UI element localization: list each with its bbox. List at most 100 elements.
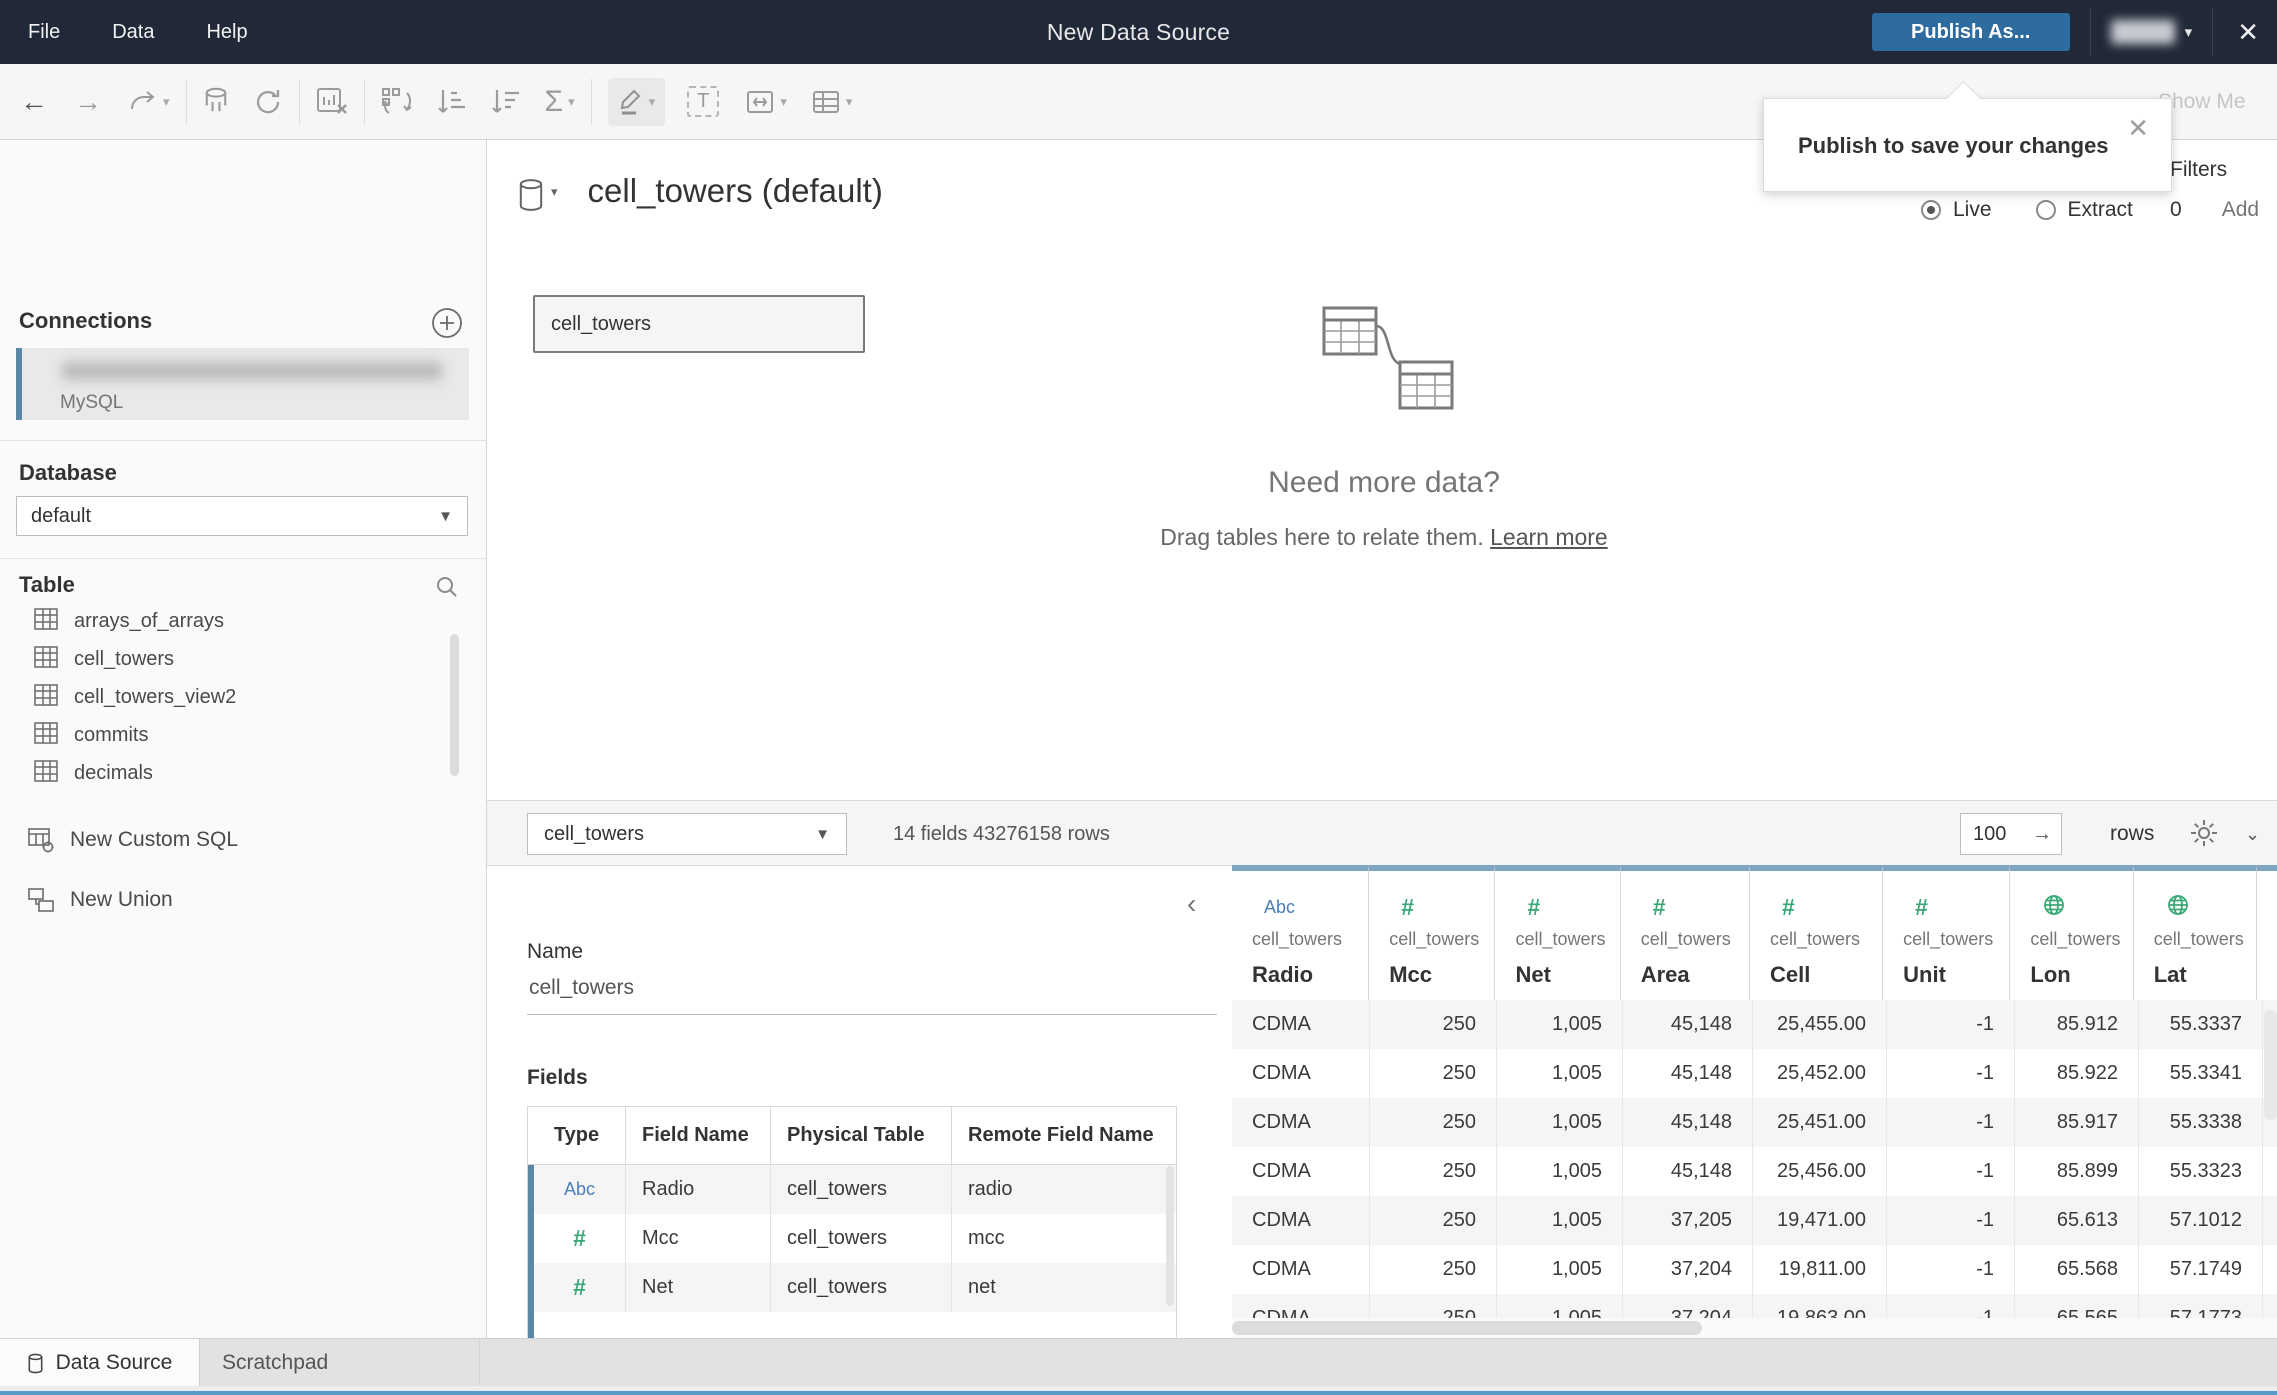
grid-column-header[interactable]: # cell_towers Net — [1495, 865, 1621, 1000]
grid-cell: 250 — [1370, 1000, 1497, 1049]
fields-table-row[interactable]: # Mcc cell_towers mcc — [528, 1214, 1176, 1263]
field-cell: radio — [968, 1178, 1013, 1200]
grid-data-row[interactable]: CDMA 250 1,005 45,148 25,451.00 -1 85.917 55.33… — [1232, 1098, 2277, 1147]
table-list-item[interactable]: commits — [0, 716, 487, 754]
collapse-grid-chevron-icon[interactable]: ⌄ — [2245, 801, 2260, 867]
grid-cell: CDMA — [1232, 1147, 1370, 1196]
user-menu-caret-icon[interactable]: ▾ — [2185, 23, 2193, 41]
table-list-item[interactable]: cell_towers — [0, 640, 487, 678]
grid-cell: 57.1773 — [2139, 1294, 2263, 1318]
add-connection-icon[interactable] — [430, 306, 464, 345]
live-label: Live — [1953, 198, 1992, 221]
user-avatar[interactable] — [2110, 20, 2175, 44]
grid-header-row: Abc cell_towers Radio # cell_towers Mcc # cell_… — [1232, 865, 2277, 1000]
grid-cell: 37,204 — [1623, 1245, 1753, 1294]
grid-column-header[interactable]: # cell_towers Mcc — [1369, 865, 1496, 1000]
column-source-label: cell_towers — [2030, 929, 2121, 949]
grid-cell: 1,005 — [1497, 1245, 1623, 1294]
column-type-icon-wrap: Abc — [1252, 891, 1368, 923]
tooltip-close-icon[interactable]: ✕ — [2127, 113, 2149, 144]
grid-column-header[interactable]: # cell_towers Cell — [1749, 865, 1884, 1000]
fit-view-icon[interactable]: ▾ — [745, 78, 787, 126]
grid-column-header[interactable]: Abc cell_towers Radio — [1232, 865, 1370, 1000]
table-list-item[interactable]: arrays_of_arrays — [0, 602, 487, 640]
grid-cell: 250 — [1370, 1049, 1497, 1098]
text-label-icon[interactable]: T — [687, 78, 720, 126]
empty-state-heading: Need more data? — [1268, 466, 1500, 499]
sort-descending-icon[interactable] — [491, 78, 523, 126]
new-union-button[interactable]: New Union — [0, 878, 487, 922]
fields-table-row[interactable]: # Net cell_towers net — [528, 1263, 1176, 1312]
grid-data-row[interactable]: CDMA 250 1,005 37,205 19,471.00 -1 65.613 57.10… — [1232, 1196, 2277, 1245]
grid-scrollbar-thumb[interactable] — [1232, 1321, 1702, 1335]
grid-cell: 19,811.00 — [1753, 1245, 1887, 1294]
extract-radio[interactable]: Extract — [2035, 198, 2133, 222]
string-type-icon: Abc — [563, 1179, 596, 1199]
field-type-cell: # — [534, 1214, 626, 1263]
sort-ascending-icon[interactable] — [437, 78, 469, 126]
learn-more-link[interactable]: Learn more — [1490, 524, 1608, 550]
collapse-panel-icon[interactable]: ‹ — [1187, 888, 1196, 920]
grid-column-header[interactable]: # cell_towers Area — [1620, 865, 1750, 1000]
table-grid-icon — [34, 683, 58, 711]
connection-item[interactable]: MySQL — [16, 348, 469, 420]
close-window-icon[interactable]: ✕ — [2237, 17, 2259, 48]
field-cell: Radio — [626, 1165, 771, 1214]
totals-icon[interactable]: Σ ▾ — [545, 78, 575, 126]
publish-as-button[interactable]: Publish As... — [1871, 13, 2070, 51]
sidebar-scrollbar[interactable] — [450, 634, 459, 776]
cell-size-icon[interactable]: ▾ — [811, 78, 852, 126]
table-list-item[interactable]: decimals — [0, 754, 487, 792]
grid-table-select[interactable]: cell_towers ▼ — [527, 813, 847, 855]
clear-sheet-icon[interactable] — [316, 78, 348, 126]
column-name-label: Area — [1640, 962, 1690, 987]
logical-table-node[interactable]: cell_towers — [533, 295, 865, 353]
grid-column-header[interactable]: # cell_towers Unit — [1883, 865, 2011, 1000]
new-custom-sql-label: New Custom SQL — [70, 828, 239, 851]
redo-icon[interactable]: → — [74, 78, 102, 126]
grid-cell: -1 — [1887, 1294, 2015, 1318]
grid-horizontal-scrollbar[interactable] — [1232, 1318, 2277, 1338]
replay-icon[interactable]: ▾ — [128, 78, 170, 126]
table-list-item[interactable]: cell_towers_view2 — [0, 678, 487, 716]
grid-cell: -1 — [1887, 1000, 2015, 1049]
live-radio[interactable]: Live — [1921, 198, 1992, 222]
grid-data-row[interactable]: CDMA 250 1,005 45,148 25,455.00 -1 85.912 55.33… — [1232, 1000, 2277, 1049]
refresh-icon[interactable] — [253, 78, 283, 126]
row-count-input[interactable] — [1960, 813, 2062, 855]
grid-rows: CDMA 250 1,005 45,148 25,455.00 -1 85.912 55.33… — [1232, 1000, 2277, 1318]
grid-column-header[interactable]: cell_towers Lon — [2010, 865, 2134, 1000]
radio-unselected-icon — [2035, 200, 2056, 220]
fields-table-row[interactable]: Abc Radio cell_towers radio — [528, 1165, 1176, 1214]
gear-icon[interactable] — [2189, 818, 2219, 853]
filters-add-link[interactable]: Add — [2222, 198, 2259, 222]
name-value[interactable]: cell_towers — [529, 976, 634, 1000]
grid-column-header[interactable]: cell_towers Lat — [2133, 865, 2257, 1000]
grid-data-row[interactable]: CDMA 250 1,005 45,148 25,452.00 -1 85.922 55.33… — [1232, 1049, 2277, 1098]
grid-data-row[interactable]: CDMA 250 1,005 37,204 19,863.00 -1 65.565 57.17… — [1232, 1294, 2277, 1318]
grid-data-row[interactable]: CDMA 250 1,005 45,148 25,456.00 -1 85.899 55.33… — [1232, 1147, 2277, 1196]
table-name-label: commits — [74, 723, 149, 746]
grid-cell: 25,452.00 — [1753, 1049, 1887, 1098]
grid-cell: 1,005 — [1497, 1098, 1623, 1147]
grid-vertical-scrollbar[interactable] — [2264, 1010, 2277, 1120]
field-cell: mcc — [968, 1227, 1005, 1249]
tab-scratchpad[interactable]: Scratchpad — [200, 1339, 480, 1387]
grid-data-row[interactable]: CDMA 250 1,005 37,204 19,811.00 -1 65.568 57.17… — [1232, 1245, 2277, 1294]
highlight-icon[interactable]: ▾ — [607, 77, 666, 126]
datasource-menu-caret-icon[interactable]: ▾ — [551, 184, 558, 200]
fields-table: Type Field Name Physical Table Remote Fi… — [527, 1106, 1177, 1338]
geographic-type-icon — [2166, 893, 2190, 922]
undo-icon[interactable]: ← — [20, 78, 48, 126]
field-cell: cell_towers — [771, 1263, 952, 1312]
database-select[interactable]: default ▼ — [16, 496, 468, 536]
fields-scrollbar[interactable] — [1166, 1166, 1174, 1306]
pause-updates-icon[interactable] — [203, 78, 229, 126]
search-icon[interactable] — [434, 574, 460, 605]
swap-rows-columns-icon[interactable] — [381, 78, 415, 126]
database-cylinder-icon[interactable] — [517, 178, 545, 217]
tab-data-source[interactable]: Data Source — [0, 1339, 200, 1387]
topbar-right: Publish As... ▾ ✕ — [1871, 0, 2259, 64]
new-custom-sql-button[interactable]: New Custom SQL — [0, 818, 487, 862]
empty-state-body: Drag tables here to relate them. Learn m… — [1084, 524, 1684, 551]
